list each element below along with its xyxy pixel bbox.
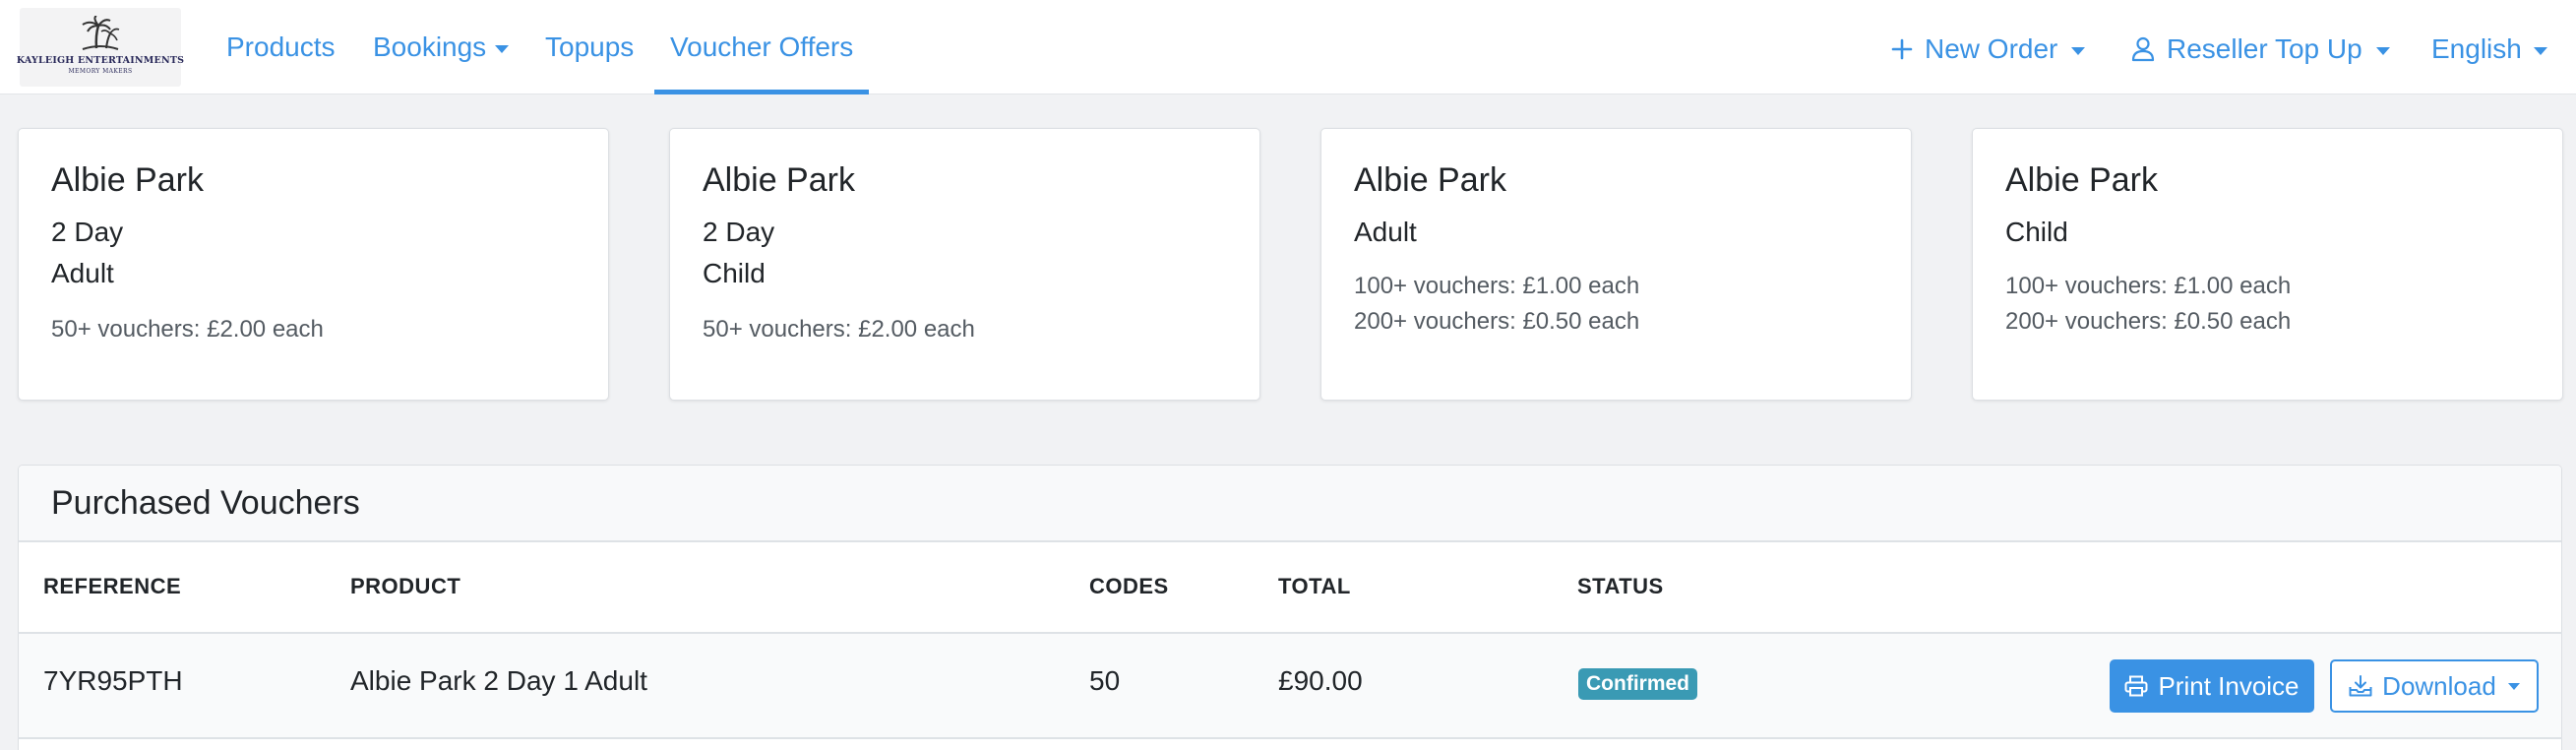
offer-price-tier: 50+ vouchers: £2.00 each — [51, 316, 324, 343]
brand-logo[interactable]: KAYLEIGH ENTERTAINMENTS MEMORY MAKERS — [16, 8, 185, 87]
status-badge: Confirmed — [1578, 668, 1697, 700]
panel-title: Purchased Vouchers — [19, 466, 2561, 542]
cell-codes: 50 — [1089, 665, 1121, 696]
table-divider — [18, 737, 2562, 739]
print-invoice-label: Print Invoice — [2158, 670, 2300, 701]
download-icon — [2349, 675, 2372, 697]
new-order-dropdown[interactable]: New Order — [1891, 2, 2086, 96]
nav-topups-label: Topups — [545, 31, 635, 62]
column-header-codes: CODES — [1089, 574, 1169, 598]
reseller-top-up-dropdown[interactable]: Reseller Top Up — [2131, 2, 2390, 96]
chevron-down-icon — [2533, 46, 2547, 55]
column-header-total: TOTAL — [1278, 574, 1351, 598]
offer-title: Albie Park — [703, 161, 855, 199]
cell-total: £90.00 — [1278, 665, 1363, 696]
chevron-down-icon — [2375, 46, 2390, 55]
reseller-top-up-label: Reseller Top Up — [2167, 33, 2362, 64]
chevron-down-icon — [495, 44, 510, 53]
palm-tree-icon — [82, 16, 120, 50]
offer-ticket-type: Child — [703, 258, 766, 288]
new-order-label: New Order — [1925, 33, 2058, 64]
language-dropdown[interactable]: English — [2431, 2, 2547, 96]
offer-price-tier: 200+ vouchers: £0.50 each — [2005, 308, 2292, 335]
nav-voucher-offers-label: Voucher Offers — [670, 31, 854, 62]
voucher-offer-card[interactable]: Albie Park 2 Day Adult 50+ vouchers: £2.… — [18, 128, 609, 401]
nav-products[interactable]: Products — [226, 0, 336, 94]
printer-icon — [2124, 675, 2148, 697]
column-header-product: PRODUCT — [350, 574, 461, 598]
column-header-status: STATUS — [1577, 574, 1664, 598]
column-header-reference: REFERENCE — [43, 574, 182, 598]
voucher-offer-card[interactable]: Albie Park 2 Day Child 50+ vouchers: £2.… — [669, 128, 1260, 401]
nav-products-label: Products — [226, 31, 336, 62]
voucher-offer-card[interactable]: Albie Park Adult 100+ vouchers: £1.00 ea… — [1320, 128, 1912, 401]
nav-topups[interactable]: Topups — [545, 0, 634, 94]
plus-icon — [1891, 38, 1913, 60]
offer-title: Albie Park — [51, 161, 204, 199]
offer-title: Albie Park — [2005, 161, 2158, 199]
offer-price-tier: 100+ vouchers: £1.00 each — [1354, 273, 1640, 299]
offer-title: Albie Park — [1354, 161, 1506, 199]
cell-reference: 7YR95PTH — [43, 665, 183, 696]
user-icon — [2131, 36, 2155, 62]
brand-tagline: MEMORY MAKERS — [68, 68, 133, 75]
voucher-offer-card[interactable]: Albie Park Child 100+ vouchers: £1.00 ea… — [1972, 128, 2563, 401]
offer-price-tier: 200+ vouchers: £0.50 each — [1354, 308, 1640, 335]
offer-ticket-type: Adult — [51, 258, 114, 288]
cell-product: Albie Park 2 Day 1 Adult — [350, 665, 647, 696]
download-dropdown-button[interactable]: Download — [2330, 659, 2539, 713]
brand-name: KAYLEIGH ENTERTAINMENTS — [16, 55, 185, 66]
offer-duration: 2 Day — [703, 217, 775, 247]
offer-price-tier: 100+ vouchers: £1.00 each — [2005, 273, 2292, 299]
top-navbar: KAYLEIGH ENTERTAINMENTS MEMORY MAKERS Pr… — [0, 0, 2576, 94]
chevron-down-icon — [2071, 46, 2086, 55]
nav-voucher-offers[interactable]: Voucher Offers — [653, 0, 870, 94]
nav-bookings-label: Bookings — [373, 31, 487, 62]
nav-bookings[interactable]: Bookings — [373, 0, 510, 94]
language-label: English — [2431, 33, 2522, 64]
print-invoice-button[interactable]: Print Invoice — [2110, 659, 2314, 713]
offer-ticket-type: Child — [2005, 217, 2068, 247]
offer-price-tier: 50+ vouchers: £2.00 each — [703, 316, 975, 343]
download-label: Download — [2382, 670, 2496, 701]
offer-duration: 2 Day — [51, 217, 124, 247]
offer-ticket-type: Adult — [1354, 217, 1417, 247]
chevron-down-icon — [2507, 682, 2520, 690]
